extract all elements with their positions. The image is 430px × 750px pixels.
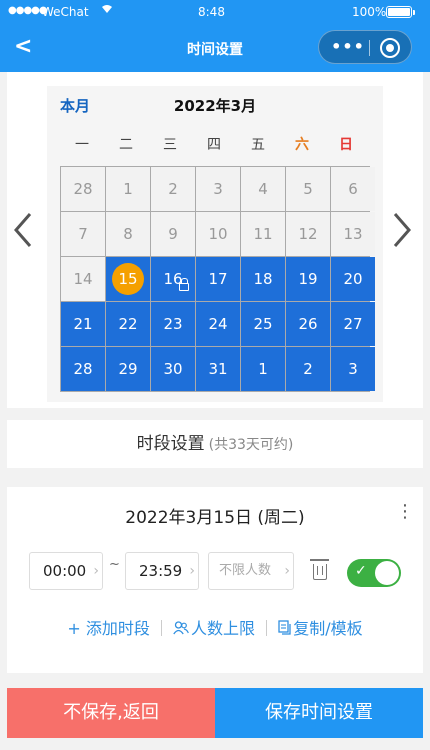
calendar-day: 2 xyxy=(151,167,195,211)
weekday-label-saturday: 六 xyxy=(295,137,309,153)
time-range-separator: ~ xyxy=(109,557,120,572)
weekday-label: 二 xyxy=(119,137,133,153)
more-vertical-icon[interactable]: ⋮ xyxy=(396,501,414,523)
calendar-day[interactable]: 30 xyxy=(151,347,195,391)
calendar-day: 5 xyxy=(286,167,330,211)
prev-month-button[interactable] xyxy=(13,212,33,255)
more-options-button[interactable]: ••• xyxy=(331,36,365,58)
save-settings-button[interactable]: 保存时间设置 xyxy=(215,688,423,738)
battery-icon xyxy=(386,6,412,18)
calendar-day[interactable]: 26 xyxy=(286,302,330,346)
chevron-right-icon: › xyxy=(93,563,99,579)
weekday-label: 三 xyxy=(163,137,177,153)
next-month-button[interactable] xyxy=(392,212,412,255)
action-divider xyxy=(160,620,162,636)
calendar-day: 4 xyxy=(241,167,285,211)
weekday-label: 五 xyxy=(251,137,265,153)
calendar-day[interactable]: 25 xyxy=(241,302,285,346)
calendar-grid: 28 1 2 3 4 5 6 7 8 9 10 11 12 13 14 15 16 17 18 19 20 21 22 23 2… xyxy=(60,166,375,392)
status-time: 8:48 xyxy=(198,5,225,19)
calendar-day[interactable]: 28 xyxy=(61,347,105,391)
calendar-day[interactable]: 24 xyxy=(196,302,240,346)
people-limit-placeholder: 不限人数 xyxy=(219,563,272,578)
calendar-day: 7 xyxy=(61,212,105,256)
end-time-picker[interactable]: 23:59 › xyxy=(125,552,199,590)
calendar-day[interactable]: 1 xyxy=(241,347,285,391)
people-limit-button[interactable]: 人数上限 xyxy=(173,615,255,639)
start-time-value: 00:00 xyxy=(43,562,87,580)
trash-icon[interactable] xyxy=(310,559,329,580)
calendar-day[interactable]: 23 xyxy=(151,302,195,346)
calendar-panel: 本月 2022年3月 一 二 三 四 五 六 日 28 1 2 3 4 5 6 7 8 9 10 11… xyxy=(7,72,423,408)
calendar-day: 28 xyxy=(61,167,105,211)
calendar-day-selected[interactable]: 15 xyxy=(106,257,150,301)
calendar-day[interactable]: 3 xyxy=(331,347,375,391)
capsule-divider xyxy=(369,40,370,56)
end-time-value: 23:59 xyxy=(139,562,183,580)
month-title: 2022年3月 xyxy=(173,97,257,115)
people-icon xyxy=(173,621,189,635)
weekday-header: 一 二 三 四 五 六 日 xyxy=(60,134,370,154)
day-settings-panel: 2022年3月15日 (周二) ⋮ 00:00 › ~ 23:59 › 不限人数 › … xyxy=(7,487,423,673)
calendar-day[interactable]: 21 xyxy=(61,302,105,346)
calendar-day[interactable]: 22 xyxy=(106,302,150,346)
calendar-day: 14 xyxy=(61,257,105,301)
close-miniprogram-icon[interactable] xyxy=(380,38,400,58)
add-segment-button[interactable]: + 添加时段 xyxy=(67,615,150,639)
calendar: 本月 2022年3月 一 二 三 四 五 六 日 28 1 2 3 4 5 6 7 8 9 10 11… xyxy=(47,86,383,402)
calendar-day[interactable]: 27 xyxy=(331,302,375,346)
action-divider xyxy=(266,620,268,636)
carrier-name: WeChat xyxy=(42,5,89,19)
calendar-day: 6 xyxy=(331,167,375,211)
signal-icon: ●●●●● xyxy=(8,5,48,16)
calendar-day[interactable]: 16 xyxy=(151,257,195,301)
calendar-day[interactable]: 17 xyxy=(196,257,240,301)
chevron-right-icon: › xyxy=(284,563,290,579)
calendar-day[interactable]: 18 xyxy=(241,257,285,301)
battery-percent: 100% xyxy=(352,5,387,19)
calendar-day: 10 xyxy=(196,212,240,256)
calendar-day[interactable]: 2 xyxy=(286,347,330,391)
segment-actions: + 添加时段 人数上限 复制/模板 xyxy=(7,615,423,639)
start-time-picker[interactable]: 00:00 › xyxy=(29,552,103,590)
weekday-label: 四 xyxy=(207,137,221,153)
calendar-day[interactable]: 31 xyxy=(196,347,240,391)
time-segment-header: 时段设置 (共33天可约) xyxy=(7,420,423,468)
mini-program-capsule: ••• xyxy=(318,30,412,64)
segment-toggle[interactable]: ✓ xyxy=(347,559,401,587)
wifi-icon xyxy=(101,4,113,17)
chevron-right-icon: › xyxy=(189,563,195,579)
cancel-return-button[interactable]: 不保存,返回 xyxy=(7,688,215,738)
selected-date: 2022年3月15日 (周二) xyxy=(125,508,305,528)
copy-template-button[interactable]: 复制/模板 xyxy=(278,615,363,639)
weekday-label: 一 xyxy=(75,137,89,153)
status-bar: ●●●●● WeChat 8:48 100% xyxy=(0,0,430,24)
people-limit-label: 人数上限 xyxy=(191,619,256,638)
weekday-label-sunday: 日 xyxy=(339,137,353,153)
calendar-day: 11 xyxy=(241,212,285,256)
segment-title: 时段设置 xyxy=(136,434,205,454)
lock-icon xyxy=(179,278,189,291)
calendar-day: 1 xyxy=(106,167,150,211)
calendar-day: 13 xyxy=(331,212,375,256)
battery-tip xyxy=(413,10,415,15)
copy-template-label: 复制/模板 xyxy=(293,619,363,638)
calendar-day: 9 xyxy=(151,212,195,256)
calendar-day: 8 xyxy=(106,212,150,256)
calendar-day: 3 xyxy=(196,167,240,211)
calendar-day[interactable]: 19 xyxy=(286,257,330,301)
copy-icon xyxy=(278,620,291,635)
selected-day-marker: 15 xyxy=(112,263,144,295)
nav-bar: < 时间设置 ••• xyxy=(0,24,430,72)
calendar-day[interactable]: 20 xyxy=(331,257,375,301)
calendar-day[interactable]: 29 xyxy=(106,347,150,391)
toggle-knob xyxy=(375,561,399,585)
bookable-days-count: (共33天可约) xyxy=(208,437,294,453)
calendar-day: 12 xyxy=(286,212,330,256)
people-limit-input[interactable]: 不限人数 › xyxy=(208,552,294,590)
check-icon: ✓ xyxy=(355,563,367,579)
